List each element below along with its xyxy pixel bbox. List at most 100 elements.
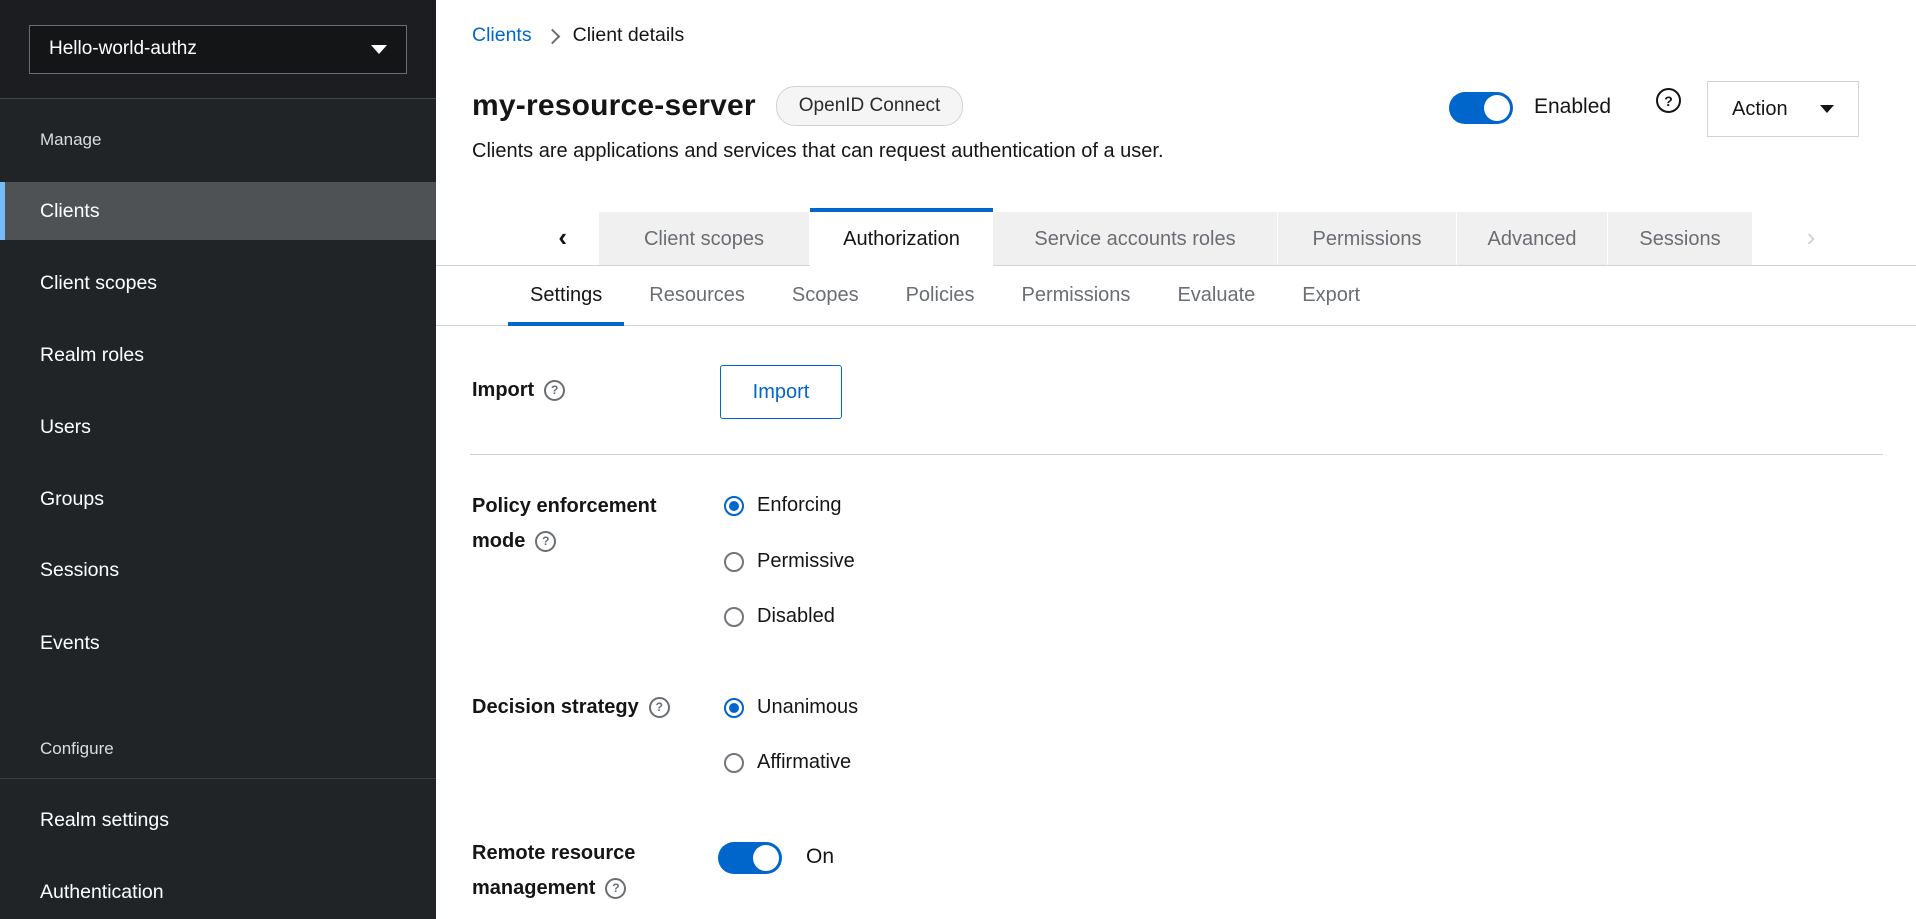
subtab-policies[interactable]: Policies — [884, 266, 997, 325]
tab-authorization[interactable]: Authorization — [810, 208, 993, 266]
subtab-export[interactable]: Export — [1280, 266, 1382, 325]
subtab-label: Scopes — [792, 284, 859, 307]
sidebar-masthead: Hello-world-authz — [0, 0, 436, 99]
caret-down-icon — [1820, 105, 1834, 113]
main-content: Clients Client details my-resource-serve… — [436, 0, 1916, 919]
radio-unanimous[interactable]: Unanimous — [724, 696, 858, 719]
tab-label: Authorization — [843, 228, 960, 251]
action-dropdown-button[interactable]: Action — [1707, 81, 1859, 137]
import-button[interactable]: Import — [720, 365, 842, 419]
sidebar-item-label: Events — [40, 632, 100, 655]
radio-button-icon[interactable] — [724, 496, 744, 516]
radio-button-icon[interactable] — [724, 607, 744, 627]
caret-down-icon — [371, 45, 387, 54]
help-icon[interactable]: ? — [605, 878, 626, 899]
subtab-label: Resources — [649, 284, 745, 307]
subtab-settings[interactable]: Settings — [508, 266, 624, 325]
radio-button-icon[interactable] — [724, 698, 744, 718]
protocol-badge: OpenID Connect — [776, 86, 964, 126]
import-button-label: Import — [753, 381, 810, 404]
page-header: my-resource-server OpenID Connect — [472, 86, 963, 126]
tab-label: Client scopes — [644, 228, 764, 251]
remote-resource-management-state: On — [806, 845, 834, 869]
enabled-toggle[interactable] — [1449, 92, 1513, 124]
sidebar-item-label: Clients — [40, 200, 100, 223]
help-icon[interactable]: ? — [535, 531, 556, 552]
label-text: Remote resource — [472, 841, 635, 865]
sidebar-item-realm-settings[interactable]: Realm settings — [0, 791, 436, 849]
nav-section-manage: Manage — [40, 128, 101, 152]
radio-label: Affirmative — [757, 751, 851, 774]
tab-scroll-right-button[interactable]: › — [1781, 208, 1841, 266]
keycloak-admin-console: Hello-world-authz Manage Clients Client … — [0, 0, 1916, 919]
radio-enforcing[interactable]: Enforcing — [724, 494, 842, 517]
tab-scroll-left-button[interactable]: ‹ — [436, 208, 599, 266]
policy-enforcement-mode-label: Policy enforcement — [472, 494, 657, 518]
decision-strategy-label: Decision strategy ? — [472, 695, 670, 719]
subtab-scopes[interactable]: Scopes — [770, 266, 881, 325]
tab-advanced[interactable]: Advanced — [1457, 212, 1608, 266]
policy-enforcement-mode-label-line2: mode ? — [472, 529, 556, 553]
tab-label: Permissions — [1313, 228, 1422, 251]
sidebar-item-label: Realm settings — [40, 809, 169, 832]
sidebar-item-realm-roles[interactable]: Realm roles — [0, 326, 436, 384]
chevron-left-icon: ‹ — [558, 222, 567, 253]
radio-affirmative[interactable]: Affirmative — [724, 751, 851, 774]
radio-label: Unanimous — [757, 696, 858, 719]
sidebar: Hello-world-authz Manage Clients Client … — [0, 0, 436, 919]
sidebar-item-clients[interactable]: Clients — [0, 182, 436, 240]
help-icon[interactable]: ? — [1656, 88, 1681, 113]
tab-label: Service accounts roles — [1034, 228, 1235, 251]
tab-service-accounts-roles[interactable]: Service accounts roles — [993, 212, 1278, 266]
sidebar-item-label: Client scopes — [40, 272, 157, 295]
subtab-label: Export — [1302, 284, 1360, 307]
help-icon[interactable]: ? — [544, 380, 565, 401]
subtab-permissions[interactable]: Permissions — [1000, 266, 1153, 325]
radio-label: Disabled — [757, 605, 835, 628]
radio-label: Enforcing — [757, 494, 842, 517]
chevron-right-icon: › — [1807, 222, 1816, 253]
tab-sessions[interactable]: Sessions — [1608, 212, 1753, 266]
sidebar-item-label: Realm roles — [40, 344, 144, 367]
tab-label: Advanced — [1488, 228, 1577, 251]
page-title: my-resource-server — [472, 89, 756, 123]
sidebar-item-label: Authentication — [40, 881, 164, 904]
tab-permissions[interactable]: Permissions — [1278, 212, 1457, 266]
breadcrumb-current: Client details — [573, 24, 685, 47]
radio-disabled[interactable]: Disabled — [724, 605, 835, 628]
sidebar-item-events[interactable]: Events — [0, 614, 436, 672]
nav-divider — [0, 778, 436, 779]
import-label: Import ? — [472, 378, 565, 402]
tab-client-scopes[interactable]: Client scopes — [599, 212, 810, 266]
remote-resource-management-toggle[interactable] — [718, 842, 782, 874]
import-label-text: Import — [472, 378, 534, 402]
subtab-label: Settings — [530, 284, 602, 307]
tab-label: Sessions — [1639, 228, 1720, 251]
label-text: Decision strategy — [472, 695, 639, 719]
subtab-label: Permissions — [1022, 284, 1131, 307]
breadcrumb-clients-link[interactable]: Clients — [472, 24, 532, 47]
subtab-resources[interactable]: Resources — [627, 266, 767, 325]
remote-resource-management-label: Remote resource — [472, 841, 635, 865]
sidebar-item-label: Groups — [40, 488, 104, 511]
label-text: Policy enforcement — [472, 494, 657, 518]
sidebar-item-groups[interactable]: Groups — [0, 470, 436, 528]
subtab-evaluate[interactable]: Evaluate — [1155, 266, 1277, 325]
authorization-subtabs: Settings Resources Scopes Policies Permi… — [436, 266, 1916, 326]
label-text: management — [472, 876, 595, 900]
sidebar-item-users[interactable]: Users — [0, 398, 436, 456]
sidebar-item-authentication[interactable]: Authentication — [0, 863, 436, 919]
sidebar-item-label: Users — [40, 416, 91, 439]
radio-button-icon[interactable] — [724, 753, 744, 773]
radio-permissive[interactable]: Permissive — [724, 550, 855, 573]
realm-selector-label: Hello-world-authz — [49, 38, 197, 60]
sidebar-item-sessions[interactable]: Sessions — [0, 541, 436, 599]
breadcrumb-separator-icon — [544, 28, 560, 44]
help-icon[interactable]: ? — [649, 697, 670, 718]
enabled-label: Enabled — [1534, 95, 1611, 119]
realm-selector-dropdown[interactable]: Hello-world-authz — [29, 25, 407, 74]
sidebar-item-client-scopes[interactable]: Client scopes — [0, 254, 436, 312]
radio-button-icon[interactable] — [724, 552, 744, 572]
nav-section-configure: Configure — [40, 737, 114, 761]
sidebar-item-label: Sessions — [40, 559, 119, 582]
